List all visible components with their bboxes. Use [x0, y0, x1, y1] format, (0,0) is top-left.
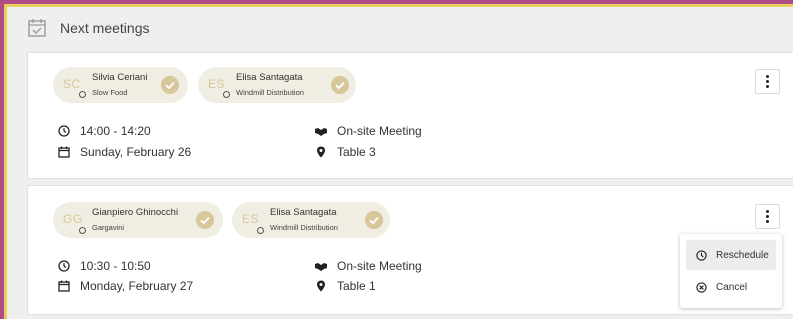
meeting-location: Table 1 [315, 279, 376, 293]
location-text: Table 1 [337, 279, 376, 293]
location-pin-icon [317, 280, 325, 292]
meeting-type: On-site Meeting [315, 259, 422, 273]
clock-icon [696, 249, 707, 261]
check-icon [331, 76, 349, 94]
status-dot-icon [223, 91, 230, 98]
panel-header: Next meetings [26, 15, 149, 41]
meeting-card: SC Silvia Ceriani Slow Food ES Elisa San… [27, 52, 793, 179]
more-options-button[interactable] [755, 69, 780, 94]
clock-icon [58, 260, 70, 272]
type-text: On-site Meeting [337, 259, 422, 273]
status-dot-icon [257, 227, 264, 234]
participant-name: Silvia Ceriani [92, 72, 148, 83]
calendar-icon [58, 146, 70, 158]
kebab-dot [766, 80, 769, 83]
participant-name: Gianpiero Ghinocchi [92, 207, 179, 218]
calendar-check-icon [28, 19, 46, 37]
location-pin-icon [317, 146, 325, 158]
more-options-button[interactable] [755, 204, 780, 229]
meeting-date: Monday, February 27 [58, 279, 193, 293]
location-text: Table 3 [337, 145, 376, 159]
status-dot-icon [79, 227, 86, 234]
meeting-date: Sunday, February 26 [58, 145, 191, 159]
participant-initials: ES [208, 77, 226, 91]
kebab-dot [766, 75, 769, 78]
participant-initials: ES [242, 212, 260, 226]
participant-chip[interactable]: SC Silvia Ceriani Slow Food [53, 67, 188, 103]
time-text: 10:30 - 10:50 [80, 259, 151, 273]
date-text: Monday, February 27 [80, 279, 194, 293]
page-title: Next meetings [60, 20, 150, 36]
type-text: On-site Meeting [337, 124, 422, 138]
reschedule-label: Reschedule [716, 249, 769, 261]
participant-name: Elisa Santagata [270, 207, 337, 218]
meeting-time: 14:00 - 14:20 [58, 124, 151, 138]
time-text: 14:00 - 14:20 [80, 124, 151, 138]
participant-initials: SC [63, 77, 81, 91]
participant-name: Elisa Santagata [236, 72, 303, 83]
handshake-icon [315, 263, 327, 271]
clock-icon [58, 125, 70, 137]
meeting-time: 10:30 - 10:50 [58, 259, 151, 273]
date-text: Sunday, February 26 [80, 145, 192, 159]
cancel-circle-icon [696, 281, 707, 293]
participant-org: Slow Food [92, 88, 128, 97]
participant-chip[interactable]: GG Gianpiero Ghinocchi Gargavini [53, 202, 223, 238]
status-dot-icon [79, 91, 86, 98]
check-icon [365, 211, 383, 229]
participant-org: Windmill Distribution [236, 88, 304, 97]
cancel-menu-item[interactable]: Cancel [686, 272, 776, 302]
handshake-icon [315, 128, 327, 136]
check-icon [161, 76, 179, 94]
kebab-dot [766, 215, 769, 218]
meeting-location: Table 3 [315, 145, 376, 159]
participant-chip[interactable]: ES Elisa Santagata Windmill Distribution [232, 202, 390, 238]
options-menu: Reschedule Cancel [680, 234, 782, 308]
participant-initials: GG [63, 212, 83, 226]
kebab-dot [766, 85, 769, 88]
participant-chip[interactable]: ES Elisa Santagata Windmill Distribution [198, 67, 356, 103]
meeting-type: On-site Meeting [315, 124, 422, 138]
calendar-icon [58, 280, 70, 292]
kebab-dot [766, 210, 769, 213]
participant-org: Windmill Distribution [270, 223, 338, 232]
reschedule-menu-item[interactable]: Reschedule [686, 240, 776, 270]
meeting-card: GG Gianpiero Ghinocchi Gargavini ES Elis… [27, 185, 793, 315]
cancel-label: Cancel [716, 281, 748, 293]
kebab-dot [766, 220, 769, 223]
participant-org: Gargavini [92, 223, 125, 232]
check-icon [196, 211, 214, 229]
